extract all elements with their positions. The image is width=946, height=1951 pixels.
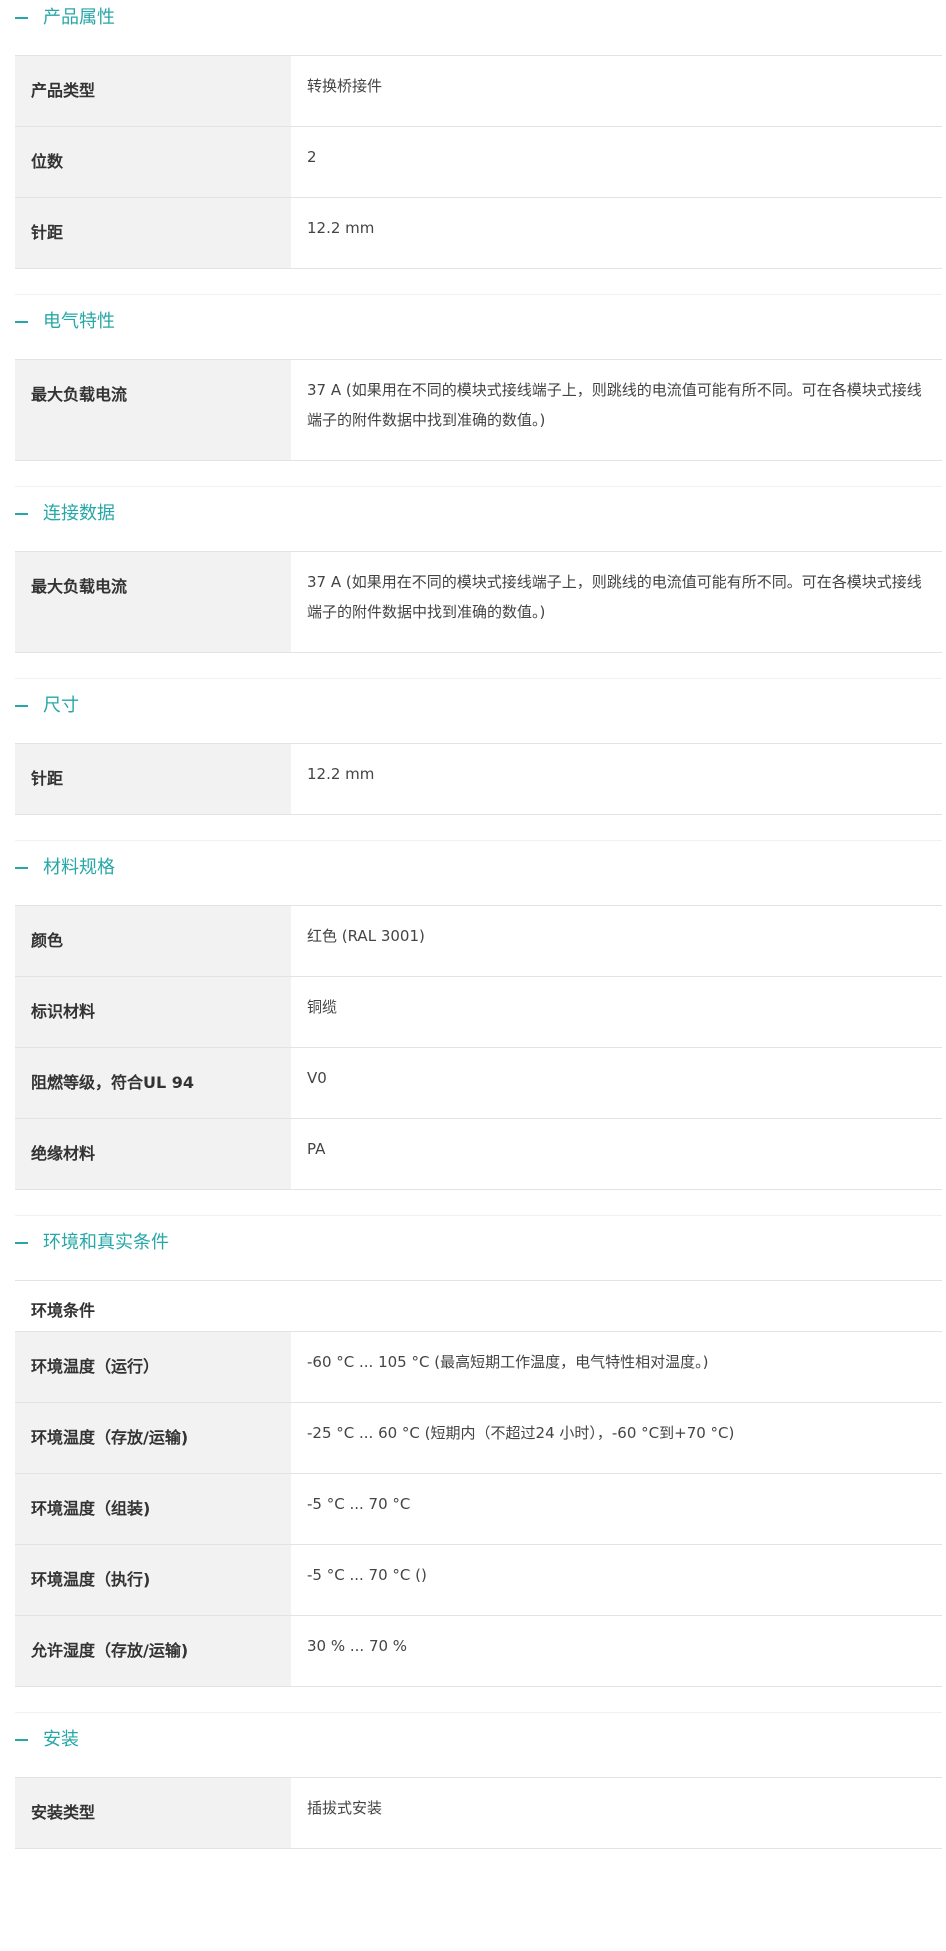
row-label: 产品类型 <box>15 56 291 126</box>
row-value: 转换桥接件 <box>307 77 383 95</box>
table-row: 阻燃等级，符合UL 94 V0 <box>15 1048 942 1119</box>
section-header[interactable]: 连接数据 <box>15 500 942 528</box>
section-title: 安装 <box>43 1729 79 1750</box>
row-value: 2 <box>307 148 317 166</box>
minus-icon[interactable] <box>15 321 28 323</box>
section-connection: 连接数据 最大负载电流 37 A (如果用在不同的模块式接线端子上，则跳线的电流… <box>15 500 942 679</box>
section-title: 连接数据 <box>43 503 115 524</box>
table-subheading: 环境条件 <box>31 1301 96 1320</box>
spec-table: 环境条件 环境温度（运行） -60 °C ... 105 °C (最高短期工作温… <box>15 1280 942 1687</box>
table-row: 绝缘材料 PA <box>15 1119 942 1190</box>
spec-table: 针距 12.2 mm <box>15 743 942 815</box>
row-value: V0 <box>307 1069 327 1087</box>
table-row: 环境温度（存放/运输) -25 °C ... 60 °C (短期内（不超过24 … <box>15 1403 942 1474</box>
row-value: 30 % ... 70 % <box>307 1637 408 1655</box>
spec-table: 颜色 红色 (RAL 3001) 标识材料 铜缆 阻燃等级，符合UL 94 V0… <box>15 905 942 1190</box>
section-environment: 环境和真实条件 环境条件 环境温度（运行） -60 °C ... 105 °C … <box>15 1229 942 1713</box>
row-value: -5 °C ... 70 °C <box>307 1495 411 1513</box>
table-subheading-row: 环境条件 <box>15 1281 942 1332</box>
section-header[interactable]: 电气特性 <box>15 308 942 336</box>
section-title: 环境和真实条件 <box>43 1232 169 1253</box>
row-label: 针距 <box>15 198 291 268</box>
section-divider <box>15 815 942 841</box>
row-value: 铜缆 <box>307 998 338 1016</box>
minus-icon[interactable] <box>15 705 28 707</box>
section-title: 尺寸 <box>43 695 79 716</box>
row-label: 标识材料 <box>15 977 291 1047</box>
row-label: 安装类型 <box>15 1778 291 1848</box>
table-row: 位数 2 <box>15 127 942 198</box>
row-value: 12.2 mm <box>307 765 375 783</box>
table-row: 最大负载电流 37 A (如果用在不同的模块式接线端子上，则跳线的电流值可能有所… <box>15 552 942 653</box>
minus-icon[interactable] <box>15 17 28 19</box>
spec-page: 产品属性 产品类型 转换桥接件 位数 2 针距 12.2 mm 电气特性 最大负… <box>0 0 946 1849</box>
section-divider <box>15 1190 942 1216</box>
section-title: 材料规格 <box>43 857 115 878</box>
row-label: 针距 <box>15 744 291 814</box>
row-label: 环境温度（执行) <box>15 1545 291 1615</box>
section-installation: 安装 安装类型 插拔式安装 <box>15 1726 942 1849</box>
table-row: 针距 12.2 mm <box>15 744 942 815</box>
section-divider <box>15 269 942 295</box>
section-dimensions: 尺寸 针距 12.2 mm <box>15 692 942 841</box>
table-row: 最大负载电流 37 A (如果用在不同的模块式接线端子上，则跳线的电流值可能有所… <box>15 360 942 461</box>
spec-table: 产品类型 转换桥接件 位数 2 针距 12.2 mm <box>15 55 942 269</box>
section-header[interactable]: 产品属性 <box>15 4 942 32</box>
row-value: -60 °C ... 105 °C (最高短期工作温度，电气特性相对温度。) <box>307 1353 709 1371</box>
row-label: 位数 <box>15 127 291 197</box>
row-value: 插拔式安装 <box>307 1799 383 1817</box>
row-label: 绝缘材料 <box>15 1119 291 1189</box>
section-header[interactable]: 材料规格 <box>15 854 942 882</box>
section-divider <box>15 461 942 487</box>
row-label: 环境温度（组装) <box>15 1474 291 1544</box>
section-title: 产品属性 <box>43 7 115 28</box>
row-label: 允许湿度（存放/运输) <box>15 1616 291 1686</box>
row-value: 红色 (RAL 3001) <box>307 927 425 945</box>
row-value: 37 A (如果用在不同的模块式接线端子上，则跳线的电流值可能有所不同。可在各模… <box>307 573 922 621</box>
table-row: 产品类型 转换桥接件 <box>15 56 942 127</box>
minus-icon[interactable] <box>15 867 28 869</box>
table-row: 针距 12.2 mm <box>15 198 942 269</box>
table-row: 颜色 红色 (RAL 3001) <box>15 906 942 977</box>
section-header[interactable]: 安装 <box>15 1726 942 1754</box>
spec-table: 最大负载电流 37 A (如果用在不同的模块式接线端子上，则跳线的电流值可能有所… <box>15 551 942 653</box>
row-value: -25 °C ... 60 °C (短期内（不超过24 小时），-60 °C到+… <box>307 1424 735 1442</box>
section-product-properties: 产品属性 产品类型 转换桥接件 位数 2 针距 12.2 mm <box>15 4 942 295</box>
table-row: 环境温度（组装) -5 °C ... 70 °C <box>15 1474 942 1545</box>
row-label: 环境温度（运行） <box>15 1332 291 1402</box>
row-label: 阻燃等级，符合UL 94 <box>15 1048 291 1118</box>
row-value: 37 A (如果用在不同的模块式接线端子上，则跳线的电流值可能有所不同。可在各模… <box>307 381 922 429</box>
section-divider <box>15 1687 942 1713</box>
row-value: -5 °C ... 70 °C () <box>307 1566 427 1584</box>
table-row: 环境温度（执行) -5 °C ... 70 °C () <box>15 1545 942 1616</box>
spec-table: 安装类型 插拔式安装 <box>15 1777 942 1849</box>
section-electrical: 电气特性 最大负载电流 37 A (如果用在不同的模块式接线端子上，则跳线的电流… <box>15 308 942 487</box>
row-label: 环境温度（存放/运输) <box>15 1403 291 1473</box>
section-title: 电气特性 <box>43 311 115 332</box>
row-label: 颜色 <box>15 906 291 976</box>
section-divider <box>15 653 942 679</box>
minus-icon[interactable] <box>15 1739 28 1741</box>
minus-icon[interactable] <box>15 513 28 515</box>
minus-icon[interactable] <box>15 1242 28 1244</box>
table-row: 允许湿度（存放/运输) 30 % ... 70 % <box>15 1616 942 1687</box>
section-header[interactable]: 环境和真实条件 <box>15 1229 942 1257</box>
section-materials: 材料规格 颜色 红色 (RAL 3001) 标识材料 铜缆 阻燃等级，符合UL … <box>15 854 942 1216</box>
row-label: 最大负载电流 <box>15 360 291 460</box>
row-value: 12.2 mm <box>307 219 375 237</box>
section-header[interactable]: 尺寸 <box>15 692 942 720</box>
table-row: 环境温度（运行） -60 °C ... 105 °C (最高短期工作温度，电气特… <box>15 1332 942 1403</box>
row-label: 最大负载电流 <box>15 552 291 652</box>
spec-table: 最大负载电流 37 A (如果用在不同的模块式接线端子上，则跳线的电流值可能有所… <box>15 359 942 461</box>
row-value: PA <box>307 1140 326 1158</box>
table-row: 安装类型 插拔式安装 <box>15 1778 942 1849</box>
table-row: 标识材料 铜缆 <box>15 977 942 1048</box>
